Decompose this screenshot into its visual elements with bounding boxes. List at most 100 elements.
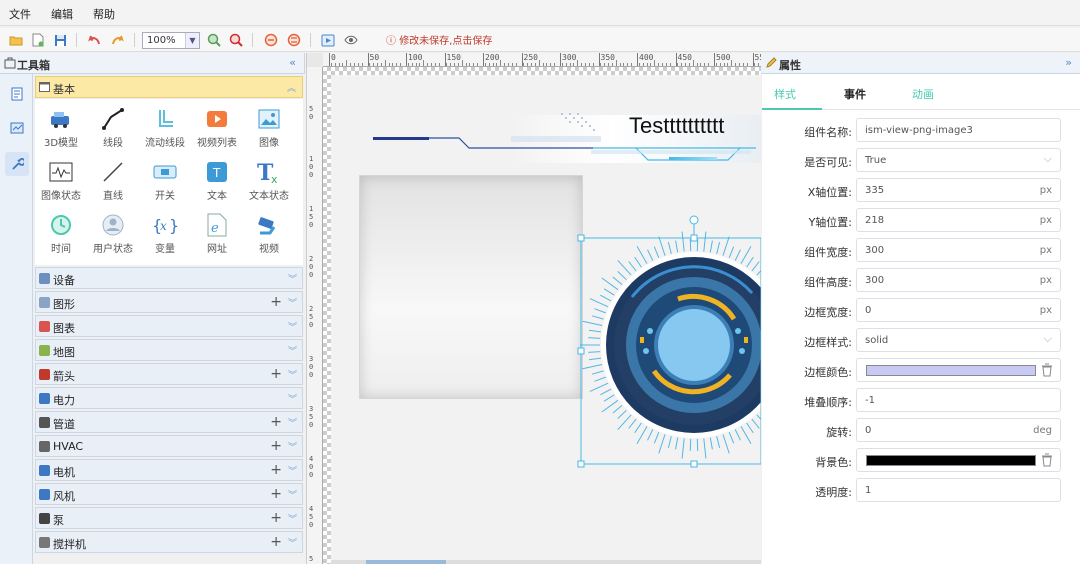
tool-text-state[interactable]: Tx 文本状态 [243,158,295,202]
expand-icon[interactable]: » [1065,56,1072,69]
tool-url[interactable]: e 网址 [191,211,243,255]
tool-flow-line[interactable]: 流动线段 [139,105,191,149]
category-motor[interactable]: 电机 + ︾ [35,459,303,481]
chevron-down-icon[interactable]: ︾ [288,440,297,453]
tab-animation[interactable]: 动画 [912,86,934,102]
property-input[interactable]: 0 deg [856,418,1061,442]
trash-icon[interactable] [1041,453,1053,467]
tab-style[interactable]: 样式 [774,86,796,102]
add-icon[interactable]: + [270,510,282,526]
zoom-out-icon[interactable] [228,32,244,48]
category-pump[interactable]: 泵 + ︾ [35,507,303,529]
tab-events[interactable]: 事件 [844,86,866,102]
add-icon[interactable]: + [270,294,282,310]
property-input[interactable]: 300 px [856,268,1061,292]
chevron-down-icon[interactable]: ︾ [288,488,297,501]
trash-icon[interactable] [1041,363,1053,377]
property-input[interactable]: -1 [856,388,1061,412]
add-icon[interactable]: + [270,534,282,550]
menu-help[interactable]: 帮助 [93,6,115,22]
ungroup-icon[interactable] [286,32,302,48]
category-pipe[interactable]: 管道 + ︾ [35,411,303,433]
selected-dial-image[interactable] [571,215,761,475]
collapse-icon[interactable]: « [289,56,296,69]
redo-icon[interactable] [110,32,126,48]
horizontal-scrollbar[interactable] [331,560,761,564]
chevron-down-icon[interactable]: ︾ [288,464,297,477]
group-icon[interactable] [263,32,279,48]
dial-tick [653,246,660,258]
chevron-down-icon[interactable]: ︾ [288,320,297,333]
property-input[interactable]: 0 px [856,298,1061,322]
tool-image[interactable]: 图像 [243,105,295,149]
add-icon[interactable]: + [270,486,282,502]
property-input[interactable]: solid ⌵ [856,328,1061,352]
property-input[interactable]: 300 px [856,238,1061,262]
add-icon[interactable]: + [270,462,282,478]
chevron-down-icon[interactable]: ︾ [288,536,297,549]
tool-image-state[interactable]: 图像状态 [35,158,87,202]
glass-panel-image[interactable] [359,175,583,399]
chevron-up-icon[interactable]: ︽ [287,81,296,94]
tool-variable[interactable]: {x} 变量 [139,211,191,255]
chevron-down-icon[interactable]: ︾ [288,272,297,285]
tool-text[interactable]: T 文本 [191,158,243,202]
category-mixer[interactable]: 搅拌机 + ︾ [35,531,303,553]
property-input[interactable] [856,358,1061,382]
save-icon[interactable] [52,32,68,48]
add-icon[interactable]: + [270,366,282,382]
chevron-down-icon[interactable]: ︾ [288,392,297,405]
basic-section-header[interactable]: 基本 ︽ [35,76,303,98]
category-arrow[interactable]: 箭头 + ︾ [35,363,303,385]
category-chart[interactable]: 图表 ︾ [35,315,303,337]
add-icon[interactable]: + [270,414,282,430]
category-map[interactable]: 地图 ︾ [35,339,303,361]
property-input[interactable]: 1 [856,478,1061,502]
tool-user-state[interactable]: 用户状态 [87,211,139,255]
property-input[interactable]: 335 px [856,178,1061,202]
category-shape[interactable]: 图形 + ︾ [35,291,303,313]
tool-switch[interactable]: 开关 [139,158,191,202]
open-folder-icon[interactable] [8,32,24,48]
scrollbar-thumb[interactable] [366,560,446,564]
hvac-icon [39,441,50,452]
tool-line-segment[interactable]: 线段 [87,105,139,149]
ruler-minor-tick [477,63,479,66]
rail-pages-button[interactable] [5,82,29,106]
zoom-select[interactable]: 100% ▼ [142,32,200,49]
add-icon[interactable]: + [270,438,282,454]
ruler-minor-tick [704,63,706,66]
chevron-down-icon[interactable]: ︾ [288,344,297,357]
property-input[interactable]: 218 px [856,208,1061,232]
tool-straight-line[interactable]: 直线 [87,158,139,202]
category-power[interactable]: 电力 ︾ [35,387,303,409]
chevron-down-icon[interactable]: ︾ [288,368,297,381]
color-swatch[interactable] [866,365,1036,376]
menu-file[interactable]: 文件 [9,6,31,22]
unsaved-notice[interactable]: ⓘ 修改未保存,点击保存 [386,32,492,47]
category-fan[interactable]: 风机 + ︾ [35,483,303,505]
canvas-heading-text[interactable]: Testttttttttt [629,113,724,139]
tool-time[interactable]: 时间 [35,211,87,255]
zoom-in-icon[interactable] [206,32,222,48]
category-device[interactable]: 设备 ︾ [35,267,303,289]
property-input[interactable]: True ⌵ [856,148,1061,172]
menu-edit[interactable]: 编辑 [51,6,73,22]
rail-tools-button[interactable] [5,152,29,176]
property-input[interactable]: ism-view-png-image3 [856,118,1061,142]
category-hvac[interactable]: HVAC + ︾ [35,435,303,457]
tool-3d-model[interactable]: 3D模型 [35,105,87,149]
chevron-down-icon[interactable]: ︾ [288,512,297,525]
rail-chart-button[interactable] [5,116,29,140]
chevron-down-icon[interactable]: ︾ [288,296,297,309]
property-input[interactable] [856,448,1061,472]
tool-video-list[interactable]: 视频列表 [191,105,243,149]
chevron-down-icon[interactable]: ︾ [288,416,297,429]
design-stage[interactable]: Testttttttttt [331,75,761,564]
new-file-icon[interactable] [30,32,46,48]
undo-icon[interactable] [86,32,102,48]
tool-camera[interactable]: 视频 [243,211,295,255]
preview-icon[interactable] [320,32,336,48]
color-swatch[interactable] [866,455,1036,466]
eye-icon[interactable] [343,32,359,48]
